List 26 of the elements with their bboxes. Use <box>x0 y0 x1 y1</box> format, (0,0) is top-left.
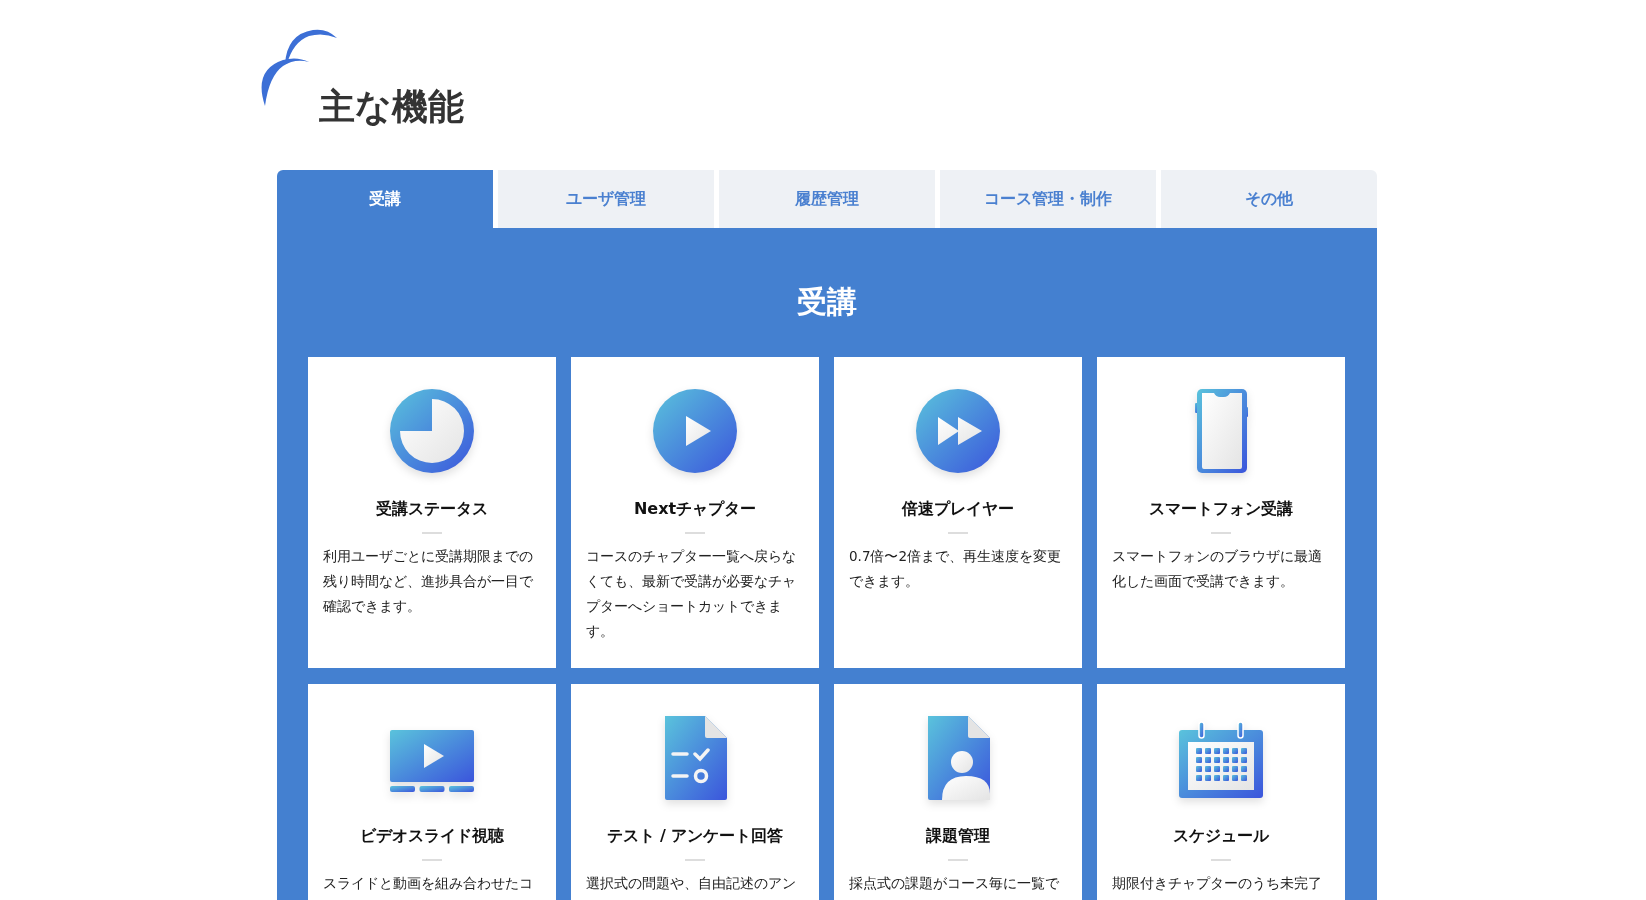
feature-title: ビデオスライド視聴 <box>360 826 504 847</box>
feature-title: テスト / アンケート回答 <box>606 826 784 847</box>
clock-icon <box>390 389 474 473</box>
feature-description: 利用ユーザごとに受講期限までの残り時間など、進捗具合が一目で確認できます。 <box>323 547 534 616</box>
feature-title: 受講ステータス <box>376 499 488 520</box>
feature-title: スケジュール <box>1173 826 1269 847</box>
feature-description: 期限付きチャプターのうち未完了 <box>1112 874 1323 893</box>
tab[interactable]: その他 <box>1161 170 1377 228</box>
feature-description: コースのチャプター一覧へ戻らなくても、最新で受講が必要なチャプターへショートカットできます。 <box>586 547 797 641</box>
feature-title: 課題管理 <box>926 826 990 847</box>
fast-forward-icon <box>916 389 1000 473</box>
tab[interactable]: 受講 <box>277 170 493 228</box>
tab[interactable]: 履歴管理 <box>719 170 935 228</box>
tab[interactable]: コース管理・制作 <box>940 170 1156 228</box>
feature-description: スマートフォンのブラウザに最適化した画面で受講できます。 <box>1112 547 1323 591</box>
feature-description: 採点式の課題がコース毎に一覧で <box>849 874 1060 893</box>
play-icon <box>653 389 737 473</box>
section-title: 受講 <box>796 283 858 321</box>
tab[interactable]: ユーザ管理 <box>498 170 714 228</box>
feature-description: 選択式の問題や、自由記述のアン <box>586 874 797 893</box>
page-title: 主な機能 <box>319 85 464 129</box>
feature-description: 0.7倍〜2倍まで、再生速度を変更できます。 <box>849 547 1063 591</box>
feature-title: 倍速プレイヤー <box>902 499 1014 520</box>
feature-description: スライドと動画を組み合わせたコ <box>323 874 534 893</box>
feature-title: Nextチャプター <box>633 499 757 520</box>
feature-title: スマートフォン受講 <box>1149 499 1293 520</box>
